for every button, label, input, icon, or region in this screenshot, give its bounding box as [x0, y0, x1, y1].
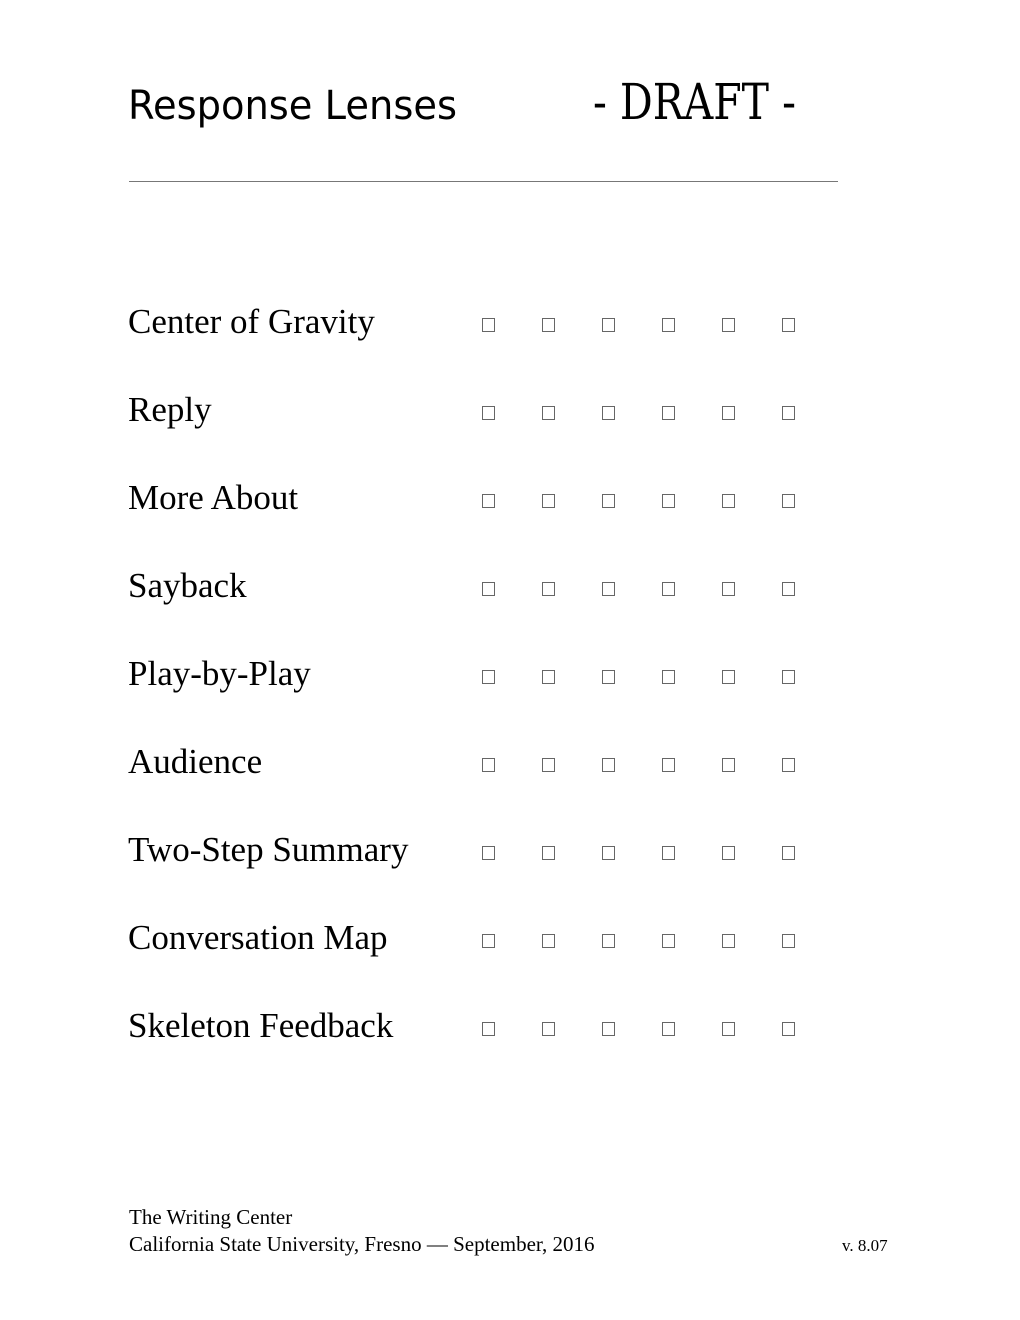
checkbox-icon[interactable] — [782, 758, 795, 772]
checkbox-icon[interactable] — [722, 582, 735, 596]
checkbox-icon[interactable] — [722, 406, 735, 420]
title-divider — [129, 181, 838, 182]
page-title: Response Lenses — [128, 83, 457, 129]
checkbox-icon[interactable] — [542, 1022, 555, 1036]
lens-row: Reply — [128, 386, 828, 474]
checkbox-icon[interactable] — [782, 846, 795, 860]
checkbox-icon[interactable] — [542, 934, 555, 948]
checkbox-icon[interactable] — [602, 406, 615, 420]
checkbox-icon[interactable] — [782, 670, 795, 684]
version-number: v. 8.07 — [842, 1236, 888, 1255]
checkbox-icon[interactable] — [542, 846, 555, 860]
checkbox-icon[interactable] — [542, 406, 555, 420]
lens-label: Reply — [128, 390, 212, 429]
checkbox-icon[interactable] — [482, 1022, 495, 1036]
checkbox-icon[interactable] — [782, 582, 795, 596]
lens-label: Center of Gravity — [128, 302, 375, 341]
lens-label: Audience — [128, 742, 263, 781]
checkbox-icon[interactable] — [662, 582, 675, 596]
lens-label: Two-Step Summary — [128, 830, 409, 869]
checkbox-icon[interactable] — [662, 318, 675, 332]
checkbox-icon[interactable] — [782, 1022, 795, 1036]
lens-row: Two-Step Summary — [128, 826, 828, 914]
checkbox-icon[interactable] — [482, 846, 495, 860]
checkbox-icon[interactable] — [662, 494, 675, 508]
checkbox-icon[interactable] — [482, 582, 495, 596]
checkbox-icon[interactable] — [782, 406, 795, 420]
checkbox-icon[interactable] — [482, 670, 495, 684]
checkbox-icon[interactable] — [722, 670, 735, 684]
checkbox-icon[interactable] — [542, 494, 555, 508]
checkbox-icon[interactable] — [782, 318, 795, 332]
checkbox-icon[interactable] — [482, 406, 495, 420]
checkbox-icon[interactable] — [482, 758, 495, 772]
lens-row: Skeleton Feedback — [128, 1002, 828, 1090]
footer-institution-date: California State University, Fresno — Se… — [129, 1232, 595, 1256]
checkbox-icon[interactable] — [662, 406, 675, 420]
lens-row: Play-by-Play — [128, 650, 828, 738]
checkbox-icon[interactable] — [602, 582, 615, 596]
draft-label: - DRAFT - — [593, 73, 796, 131]
checkbox-icon[interactable] — [542, 318, 555, 332]
checkbox-icon[interactable] — [542, 582, 555, 596]
checkbox-icon[interactable] — [662, 670, 675, 684]
checkbox-icon[interactable] — [602, 494, 615, 508]
checkbox-icon[interactable] — [722, 758, 735, 772]
lens-row: Audience — [128, 738, 828, 826]
checkbox-icon[interactable] — [722, 846, 735, 860]
lens-label: Skeleton Feedback — [128, 1006, 394, 1045]
lens-row: More About — [128, 474, 828, 562]
lens-label: Sayback — [128, 566, 247, 605]
checkbox-icon[interactable] — [602, 846, 615, 860]
lens-row: Sayback — [128, 562, 828, 650]
checkbox-icon[interactable] — [602, 318, 615, 332]
checkbox-icon[interactable] — [542, 670, 555, 684]
lens-row: Conversation Map — [128, 914, 828, 1002]
checkbox-icon[interactable] — [662, 934, 675, 948]
checkbox-icon[interactable] — [482, 494, 495, 508]
checkbox-icon[interactable] — [662, 758, 675, 772]
checkbox-icon[interactable] — [602, 758, 615, 772]
checkbox-icon[interactable] — [482, 318, 495, 332]
lens-label: Play-by-Play — [128, 654, 311, 693]
lens-label: More About — [128, 478, 299, 517]
footer-organization: The Writing Center — [129, 1205, 293, 1229]
checkbox-icon[interactable] — [782, 934, 795, 948]
checkbox-icon[interactable] — [602, 670, 615, 684]
lens-checklist: Center of Gravity Reply More About Sayback P… — [128, 298, 828, 1090]
lens-label: Conversation Map — [128, 918, 388, 957]
checkbox-icon[interactable] — [602, 1022, 615, 1036]
checkbox-icon[interactable] — [722, 1022, 735, 1036]
checkbox-icon[interactable] — [782, 494, 795, 508]
checkbox-icon[interactable] — [482, 934, 495, 948]
checkbox-icon[interactable] — [722, 934, 735, 948]
checkbox-icon[interactable] — [542, 758, 555, 772]
checkbox-icon[interactable] — [662, 1022, 675, 1036]
checkbox-icon[interactable] — [662, 846, 675, 860]
checkbox-icon[interactable] — [722, 318, 735, 332]
checkbox-icon[interactable] — [722, 494, 735, 508]
lens-row: Center of Gravity — [128, 298, 828, 386]
checkbox-icon[interactable] — [602, 934, 615, 948]
